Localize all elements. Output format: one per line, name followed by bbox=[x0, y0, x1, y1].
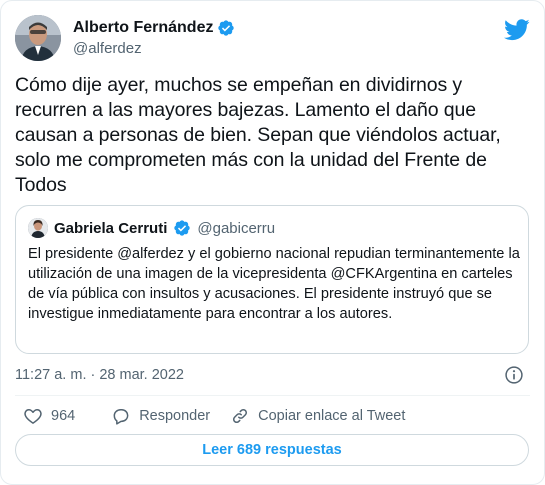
quote-author-handle: @gabicerru bbox=[197, 219, 276, 237]
author-handle[interactable]: @alferdez bbox=[73, 40, 235, 57]
heart-icon bbox=[24, 409, 42, 424]
tweet-timestamp[interactable]: 11:27 a. m. · 28 mar. 2022 bbox=[15, 367, 184, 383]
copy-link-label: Copiar enlace al Tweet bbox=[258, 408, 406, 424]
quoted-tweet[interactable]: Gabriela Cerruti @gabicerru El president… bbox=[15, 205, 529, 354]
read-replies-button[interactable]: Leer 689 respuestas bbox=[15, 434, 529, 466]
quote-text: El presidente @alferdez y el gobierno na… bbox=[28, 246, 520, 322]
tweet-text: Cómo dije ayer, muchos se empeñan en div… bbox=[15, 74, 501, 196]
reply-bubble-icon bbox=[113, 409, 129, 425]
quote-avatar-image bbox=[28, 218, 48, 238]
verified-badge-icon bbox=[218, 20, 235, 36]
like-count: 964 bbox=[51, 408, 76, 424]
reply-button[interactable]: Responder bbox=[111, 406, 210, 426]
reply-label: Responder bbox=[139, 408, 211, 424]
info-icon[interactable] bbox=[504, 365, 524, 385]
author-avatar[interactable] bbox=[15, 15, 61, 61]
like-button[interactable]: 964 bbox=[23, 406, 75, 426]
copy-link-button[interactable]: Copiar enlace al Tweet bbox=[230, 406, 405, 426]
author-avatar-image bbox=[15, 15, 61, 61]
twitter-bird-icon[interactable] bbox=[504, 19, 530, 41]
tweet-card: Alberto Fernández @alferdez Cómo dije ay… bbox=[0, 0, 545, 485]
quote-verified-badge-icon bbox=[174, 220, 191, 236]
tweet-actions: 964 Responder Copiar enlace al Tweet bbox=[15, 405, 405, 427]
author-name[interactable]: Alberto Fernández bbox=[73, 19, 213, 37]
actions-divider bbox=[15, 395, 530, 396]
tweet-header: Alberto Fernández @alferdez bbox=[15, 15, 530, 63]
quote-author-name: Gabriela Cerruti bbox=[54, 219, 168, 237]
quote-author-avatar bbox=[28, 218, 48, 238]
link-icon bbox=[233, 408, 248, 424]
